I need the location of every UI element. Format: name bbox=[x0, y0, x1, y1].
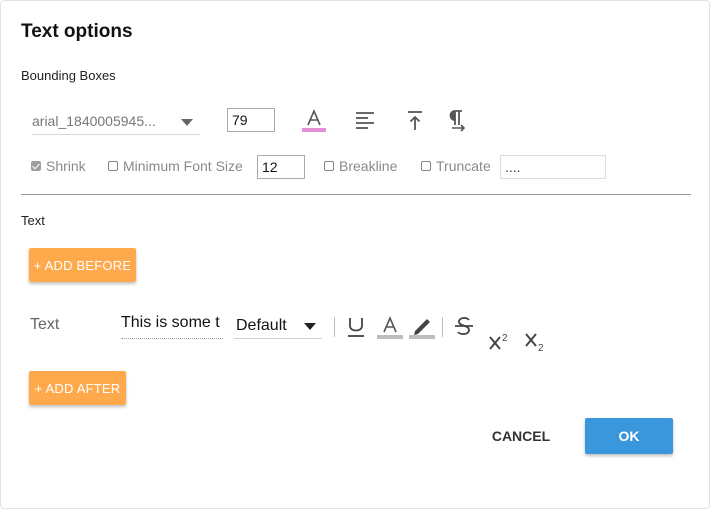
paragraph-direction-button[interactable] bbox=[444, 108, 470, 134]
subscript-icon: 2 bbox=[525, 333, 544, 354]
svg-text:2: 2 bbox=[502, 333, 508, 344]
add-before-button[interactable]: + ADD BEFORE bbox=[29, 248, 136, 282]
truncate-checkbox[interactable]: Truncate bbox=[421, 158, 491, 174]
checkbox-icon bbox=[324, 161, 334, 171]
font-color-icon bbox=[302, 108, 326, 132]
text-font-select[interactable]: Default bbox=[234, 315, 322, 339]
paragraph-icon bbox=[449, 110, 466, 132]
font-family-value: arial_1840005945... bbox=[32, 113, 156, 129]
bounding-boxes-label: Bounding Boxes bbox=[21, 68, 116, 83]
minimum-font-size-label: Minimum Font Size bbox=[123, 158, 243, 174]
font-color-button[interactable] bbox=[301, 107, 327, 133]
strikethrough-icon bbox=[455, 317, 473, 335]
text-row-label: Text bbox=[30, 316, 60, 333]
dialog-title: Text options bbox=[21, 21, 133, 42]
text-font-value: Default bbox=[236, 317, 287, 334]
text-color-icon bbox=[377, 315, 403, 339]
vertical-align-button[interactable] bbox=[402, 108, 428, 134]
vertical-align-top-icon bbox=[408, 111, 422, 130]
svg-text:2: 2 bbox=[538, 343, 544, 353]
divider bbox=[21, 194, 691, 195]
breakline-label: Breakline bbox=[339, 158, 398, 174]
chevron-down-icon bbox=[181, 119, 193, 126]
highlighter-pen-icon bbox=[409, 319, 435, 339]
shrink-checkbox[interactable]: Shrink bbox=[31, 158, 86, 174]
text-options-dialog: Text options Bounding Boxes arial_184000… bbox=[0, 0, 710, 509]
toolbar-separator bbox=[442, 317, 443, 337]
ok-button[interactable]: OK bbox=[585, 418, 673, 454]
chevron-down-icon bbox=[304, 323, 316, 330]
align-left-icon bbox=[356, 112, 374, 129]
subscript-button[interactable]: 2 bbox=[523, 329, 549, 354]
strikethrough-button[interactable] bbox=[452, 314, 476, 340]
checkbox-icon bbox=[421, 161, 431, 171]
highlight-color-button[interactable] bbox=[409, 314, 435, 340]
font-family-select[interactable]: arial_1840005945... bbox=[32, 108, 200, 135]
text-value-input[interactable]: This is some t bbox=[121, 314, 223, 339]
superscript-button[interactable]: 2 bbox=[487, 329, 513, 353]
add-after-button[interactable]: + ADD AFTER bbox=[29, 371, 126, 405]
font-size-input[interactable]: 79 bbox=[227, 108, 275, 132]
underline-button[interactable] bbox=[344, 314, 368, 340]
text-align-button[interactable] bbox=[353, 108, 379, 134]
underline-icon bbox=[348, 318, 364, 337]
toolbar-separator bbox=[334, 317, 335, 337]
text-color-button[interactable] bbox=[377, 314, 403, 340]
truncate-input[interactable]: .... bbox=[500, 155, 606, 179]
minimum-font-size-input[interactable]: 12 bbox=[257, 155, 305, 179]
checkbox-icon bbox=[108, 161, 118, 171]
breakline-checkbox[interactable]: Breakline bbox=[324, 158, 397, 174]
truncate-label: Truncate bbox=[436, 158, 491, 174]
text-section-label: Text bbox=[21, 213, 45, 228]
shrink-label: Shrink bbox=[46, 158, 86, 174]
cancel-button[interactable]: CANCEL bbox=[479, 421, 563, 451]
minimum-font-size-checkbox[interactable]: Minimum Font Size bbox=[108, 158, 243, 174]
superscript-icon: 2 bbox=[489, 333, 508, 350]
checkbox-checked-icon bbox=[31, 161, 41, 171]
